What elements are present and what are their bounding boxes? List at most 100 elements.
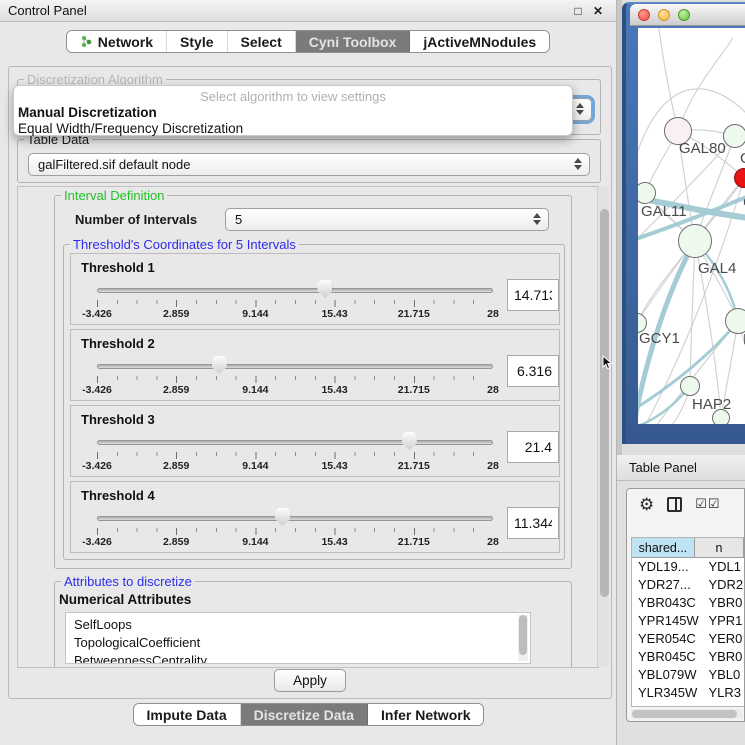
dropdown-option-equal-width[interactable]: Equal Width/Frequency Discretization (14, 121, 572, 137)
tab-select[interactable]: Select (228, 31, 296, 52)
scale-tick-label: -3.426 (82, 536, 112, 548)
close-window-button[interactable]: ✕ (588, 4, 608, 18)
apply-button[interactable]: Apply (274, 669, 346, 692)
table-data-value: galFiltered.sif default node (38, 157, 190, 172)
cell[interactable]: YDL1 (704, 558, 744, 576)
scale-tick-label: 28 (487, 536, 499, 548)
table-row[interactable]: YBR043CYBR0 (632, 594, 744, 612)
cell[interactable]: YBL079W (632, 666, 704, 684)
list-scrollbar[interactable] (518, 615, 528, 661)
node-table[interactable]: shared... n YDL19...YDL1 YDR27...YDR2 YB… (631, 537, 744, 707)
tab-network[interactable]: Network (67, 31, 167, 52)
threshold-panel: Threshold 1 -3.426 2.859 9.144 (70, 253, 560, 325)
dropdown-option-manual[interactable]: Manual Discretization (14, 105, 572, 121)
cell[interactable]: YER0 (704, 630, 744, 648)
table-row[interactable]: YBL079WYBL0 (632, 666, 744, 684)
threshold-slider[interactable]: -3.426 2.859 9.144 15.43 21.715 28 (97, 430, 493, 474)
table-row[interactable]: YIL052CYIL0 (632, 702, 744, 707)
cell[interactable]: YPR145W (632, 612, 704, 630)
cyni-settings-panel: Discretization Algorithm Table Data galF… (8, 66, 612, 699)
network-icon (80, 35, 93, 48)
column-header-shared-name[interactable]: shared... (632, 538, 695, 557)
tab-infer-network[interactable]: Infer Network (368, 704, 483, 725)
threshold-value-field[interactable] (507, 355, 559, 387)
table-row[interactable]: YBR045CYBR0 (632, 648, 744, 666)
cell[interactable]: YDR2 (704, 576, 744, 594)
scrollbar-thumb[interactable] (600, 209, 609, 597)
minimize-traffic-light-icon[interactable] (658, 9, 670, 21)
network-node[interactable] (723, 124, 745, 148)
gear-icon[interactable]: ⚙ (639, 496, 654, 513)
network-canvas[interactable]: GAL80 GA C GAL11 GAL4 GCY1 H HAP2 (638, 28, 745, 424)
stepper-arrows-icon (533, 213, 541, 225)
slider-track[interactable] (97, 440, 493, 445)
table-panel-body: ⚙ ☑☑ shared... n YDL19...YDL1 YDR27...YD… (626, 488, 745, 722)
attributes-group: Attributes to discretize Numerical Attri… (54, 581, 572, 668)
tab-style[interactable]: Style (167, 31, 227, 52)
zoom-traffic-light-icon[interactable] (678, 9, 690, 21)
threshold-value-field[interactable] (507, 507, 559, 539)
cell[interactable]: YER054C (632, 630, 704, 648)
cell[interactable]: YIL052C (632, 702, 704, 707)
scrollbar-thumb[interactable] (632, 710, 737, 718)
table-data-combobox[interactable]: galFiltered.sif default node (28, 153, 590, 176)
list-item[interactable]: BetweennessCentrality (74, 652, 530, 664)
float-window-button[interactable]: □ (568, 4, 588, 18)
table-row[interactable]: YER054CYER0 (632, 630, 744, 648)
slider-thumb[interactable] (317, 280, 332, 298)
slider-ticks (97, 376, 493, 383)
scale-tick-label: 15.43 (321, 536, 347, 548)
cell[interactable]: YPR1 (704, 612, 744, 630)
network-node-hap2[interactable] (680, 376, 700, 396)
threshold-slider[interactable]: -3.426 2.859 9.144 15.43 21.715 28 (97, 354, 493, 398)
table-horizontal-scrollbar[interactable] (631, 709, 743, 719)
mouse-cursor (602, 355, 614, 371)
threshold-slider[interactable]: -3.426 2.859 9.144 15.43 21.715 28 (97, 506, 493, 550)
cell[interactable]: YIL0 (704, 702, 744, 707)
tab-discretize-data[interactable]: Discretize Data (241, 704, 368, 725)
list-item[interactable]: SelfLoops (74, 616, 530, 634)
tab-label: Cyni Toolbox (309, 34, 397, 50)
table-row[interactable]: YLR345WYLR3 (632, 684, 744, 702)
table-row[interactable]: YDL19...YDL1 (632, 558, 744, 576)
checkbox-icons[interactable]: ☑☑ (695, 496, 720, 512)
list-item[interactable]: TopologicalCoefficient (74, 634, 530, 652)
slider-thumb[interactable] (275, 508, 290, 526)
cell[interactable]: YBR0 (704, 594, 744, 612)
cell[interactable]: YBR0 (704, 648, 744, 666)
threshold-label: Threshold 3 (81, 412, 155, 427)
tab-impute-data[interactable]: Impute Data (134, 704, 241, 725)
table-row[interactable]: YDR27...YDR2 (632, 576, 744, 594)
network-view-window[interactable]: GAL80 GA C GAL11 GAL4 GCY1 H HAP2 (622, 2, 745, 444)
numerical-attributes-list[interactable]: SelfLoops TopologicalCoefficient Between… (65, 612, 531, 664)
tab-jactivemnodules[interactable]: jActiveMNodules (410, 31, 549, 52)
cell[interactable]: YLR345W (632, 684, 704, 702)
slider-track[interactable] (97, 516, 493, 521)
table-row[interactable]: YPR145WYPR1 (632, 612, 744, 630)
threshold-slider[interactable]: -3.426 2.859 9.144 15.43 21.715 28 (97, 278, 493, 322)
columns-icon[interactable] (667, 497, 682, 512)
network-node[interactable] (725, 308, 745, 334)
cell[interactable]: YDL19... (632, 558, 704, 576)
network-node-gal4[interactable] (678, 224, 712, 258)
cell[interactable]: YBL0 (704, 666, 744, 684)
cell[interactable]: YBR045C (632, 648, 704, 666)
cell[interactable]: YLR3 (704, 684, 744, 702)
threshold-value-field[interactable] (507, 279, 559, 311)
number-of-intervals-combobox[interactable]: 5 (225, 208, 549, 231)
slider-track[interactable] (97, 288, 493, 293)
close-traffic-light-icon[interactable] (638, 9, 650, 21)
tab-label: Select (241, 34, 282, 50)
slider-thumb[interactable] (402, 432, 417, 450)
threshold-value-field[interactable] (507, 431, 559, 463)
tab-cyni-toolbox[interactable]: Cyni Toolbox (296, 31, 411, 52)
column-header-name[interactable]: n (695, 538, 744, 557)
tab-label: Network (98, 34, 153, 50)
slider-track[interactable] (97, 364, 493, 369)
scale-tick-label: 2.859 (163, 460, 189, 472)
cell[interactable]: YDR27... (632, 576, 704, 594)
slider-thumb[interactable] (212, 356, 227, 374)
node-label-hap2: HAP2 (692, 396, 731, 413)
settings-vertical-scrollbar[interactable] (597, 187, 609, 667)
cell[interactable]: YBR043C (632, 594, 704, 612)
